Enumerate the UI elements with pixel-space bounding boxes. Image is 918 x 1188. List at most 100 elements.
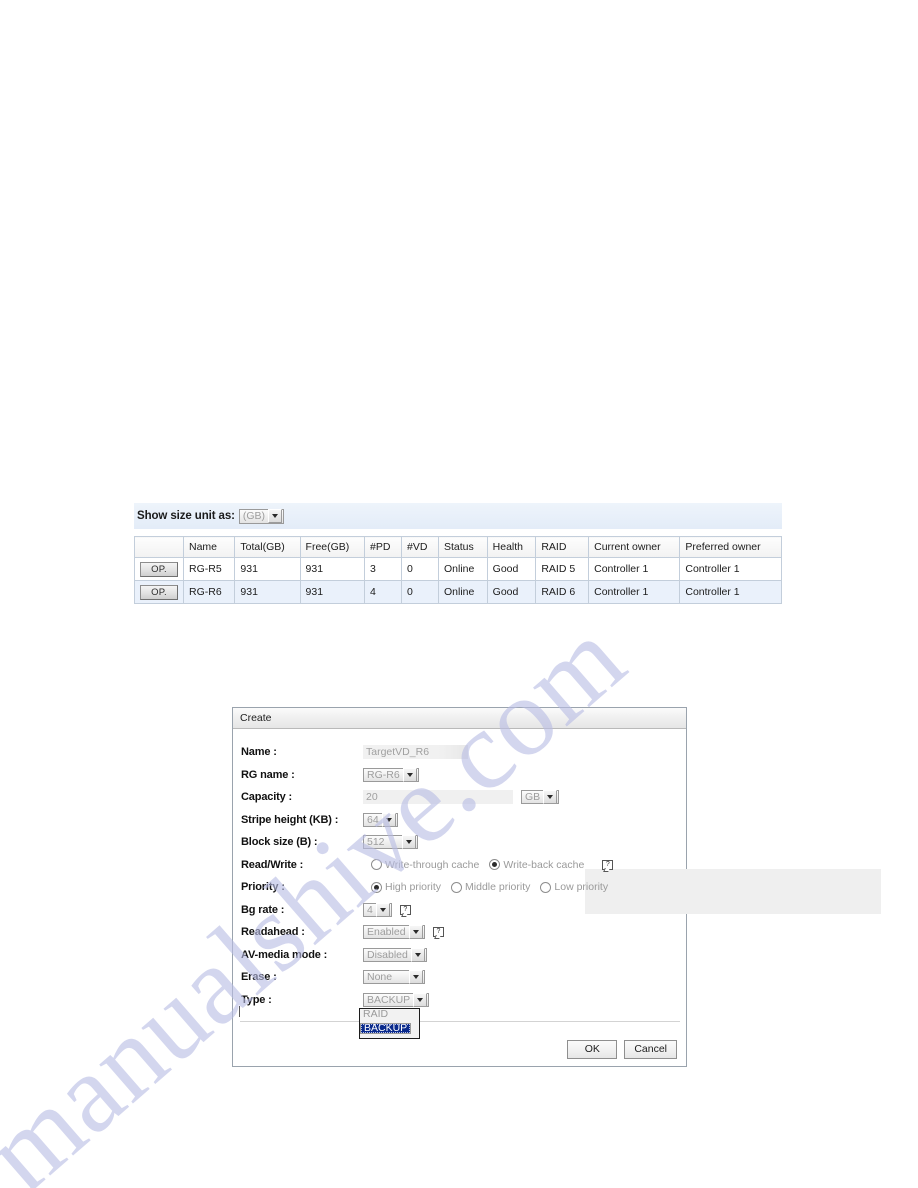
- capacity-field[interactable]: 20: [363, 790, 513, 805]
- chevron-down-icon: [268, 509, 283, 523]
- field-row-erase: Erase : None: [233, 966, 686, 989]
- capacity-unit-select[interactable]: GB: [521, 790, 560, 805]
- radio-write-back-cache[interactable]: [489, 859, 501, 871]
- read-write-label: Read/Write :: [241, 858, 304, 871]
- stripe-height-select[interactable]: 64: [363, 812, 398, 827]
- radio-write-through-cache[interactable]: [371, 859, 382, 871]
- dialog-divider: [240, 1021, 680, 1022]
- capacity-control: 20 GB: [363, 790, 560, 805]
- op-button[interactable]: OP.: [140, 561, 178, 577]
- erase-select[interactable]: None: [363, 970, 425, 985]
- name-field[interactable]: TargetVD_R6: [363, 745, 468, 760]
- av-media-mode-select[interactable]: Disabled: [363, 947, 427, 962]
- col-total: Total(GB): [234, 536, 301, 558]
- chevron-down-icon: [381, 812, 396, 827]
- help-icon[interactable]: ?: [433, 927, 444, 938]
- field-row-readahead: Readahead : Enabled ?: [233, 921, 686, 944]
- bg-rate-value: 4: [367, 903, 373, 916]
- block-size-control: 512: [363, 835, 418, 850]
- op-button[interactable]: OP.: [140, 584, 178, 600]
- field-row-type: Type : BACKUP: [233, 989, 686, 1012]
- type-option-backup[interactable]: BACKUP: [360, 1023, 412, 1035]
- stripe-height-label: Stripe height (KB) :: [241, 813, 339, 826]
- table-header-row: Name Total(GB) Free(GB) #PD #VD Status H…: [134, 536, 782, 558]
- erase-control: None: [363, 970, 425, 985]
- op-cell: OP.: [134, 557, 184, 581]
- chevron-down-icon: [375, 902, 390, 917]
- type-option-raid[interactable]: RAID: [360, 1009, 419, 1020]
- cell-vd: 0: [400, 580, 439, 604]
- field-row-rg-name: RG name : RG-R6: [233, 764, 686, 787]
- block-size-label: Block size (B) :: [241, 836, 318, 849]
- size-unit-select[interactable]: (GB): [238, 508, 285, 524]
- col-raid: RAID: [535, 536, 590, 558]
- block-size-select[interactable]: 512: [363, 835, 418, 850]
- ok-button[interactable]: OK: [567, 1040, 618, 1059]
- size-unit-label: Show size unit as:: [137, 510, 235, 522]
- col-current-owner: Current owner: [588, 536, 681, 558]
- priority-control: High priority Middle priority Low priori…: [371, 881, 615, 893]
- raid-group-table: Name Total(GB) Free(GB) #PD #VD Status H…: [134, 536, 782, 604]
- radio-high-priority[interactable]: [371, 881, 382, 893]
- av-media-mode-value: Disabled: [367, 948, 408, 961]
- cell-status: Online: [437, 557, 488, 581]
- col-op: [134, 536, 184, 558]
- text-caret: [239, 1006, 240, 1017]
- field-row-name: Name : TargetVD_R6: [233, 741, 686, 764]
- col-health: Health: [486, 536, 537, 558]
- help-icon[interactable]: ?: [399, 904, 411, 915]
- radio-middle-priority[interactable]: [451, 881, 463, 893]
- erase-label: Erase :: [241, 971, 277, 984]
- capacity-label: Capacity :: [241, 791, 293, 804]
- field-row-stripe-height: Stripe height (KB) : 64: [233, 809, 686, 832]
- dialog-body: Name : TargetVD_R6 RG name : RG-R6 Capac…: [233, 729, 881, 1068]
- cell-preferred-owner: Controller 1: [679, 557, 782, 581]
- dialog-buttons: OK Cancel: [567, 1040, 677, 1059]
- av-media-mode-label: AV-media mode :: [241, 948, 328, 961]
- col-pd: #PD: [363, 536, 402, 558]
- field-row-block-size: Block size (B) : 512: [233, 831, 686, 854]
- cell-pd: 4: [363, 580, 402, 604]
- block-size-value: 512: [367, 836, 385, 849]
- type-control: BACKUP: [363, 992, 430, 1007]
- type-label: Type :: [241, 993, 272, 1006]
- cell-vd: 0: [400, 557, 439, 581]
- type-dropdown-list[interactable]: RAID BACKUP: [359, 1008, 420, 1039]
- bg-rate-control: 4 ?: [363, 902, 411, 917]
- col-free: Free(GB): [299, 536, 365, 558]
- erase-value: None: [367, 971, 393, 984]
- rg-name-control: RG-R6: [363, 767, 419, 782]
- bg-rate-select[interactable]: 4: [363, 902, 392, 917]
- name-control: TargetVD_R6: [363, 745, 468, 760]
- col-preferred-owner: Preferred owner: [679, 536, 782, 558]
- cell-name: RG-R6: [182, 580, 236, 604]
- chevron-down-icon: [402, 835, 416, 850]
- type-value: BACKUP: [367, 993, 411, 1006]
- col-name: Name: [182, 536, 236, 558]
- field-row-av-media-mode: AV-media mode : Disabled: [233, 944, 686, 967]
- chevron-down-icon: [402, 767, 417, 782]
- readahead-control: Enabled ?: [363, 925, 444, 940]
- rg-name-value: RG-R6: [367, 768, 400, 781]
- type-select[interactable]: BACKUP: [363, 992, 430, 1007]
- readahead-select[interactable]: Enabled: [363, 925, 425, 940]
- cell-free: 931: [299, 580, 365, 604]
- cancel-button[interactable]: Cancel: [624, 1040, 677, 1059]
- cell-free: 931: [299, 557, 365, 581]
- field-row-bg-rate: Bg rate : 4 ?: [233, 899, 686, 922]
- page-canvas: manualshive.com Show size unit as: (GB) …: [0, 0, 918, 1188]
- field-row-priority: Priority : High priority Middle priority…: [233, 876, 686, 899]
- chevron-down-icon: [410, 947, 425, 962]
- rg-name-select[interactable]: RG-R6: [363, 767, 419, 782]
- radio-low-priority[interactable]: [540, 881, 552, 893]
- dialog-title-bar: Create: [233, 708, 686, 729]
- cell-name: RG-R5: [182, 557, 236, 581]
- cell-total: 931: [234, 580, 301, 604]
- help-icon[interactable]: ?: [602, 859, 614, 870]
- size-unit-bar: Show size unit as: (GB): [134, 503, 782, 529]
- field-row-read-write: Read/Write : Write-through cache Write-b…: [233, 854, 686, 877]
- rg-name-label: RG name :: [241, 768, 295, 781]
- cell-current-owner: Controller 1: [588, 580, 681, 604]
- cell-raid: RAID 6: [535, 580, 590, 604]
- stripe-height-control: 64: [363, 812, 398, 827]
